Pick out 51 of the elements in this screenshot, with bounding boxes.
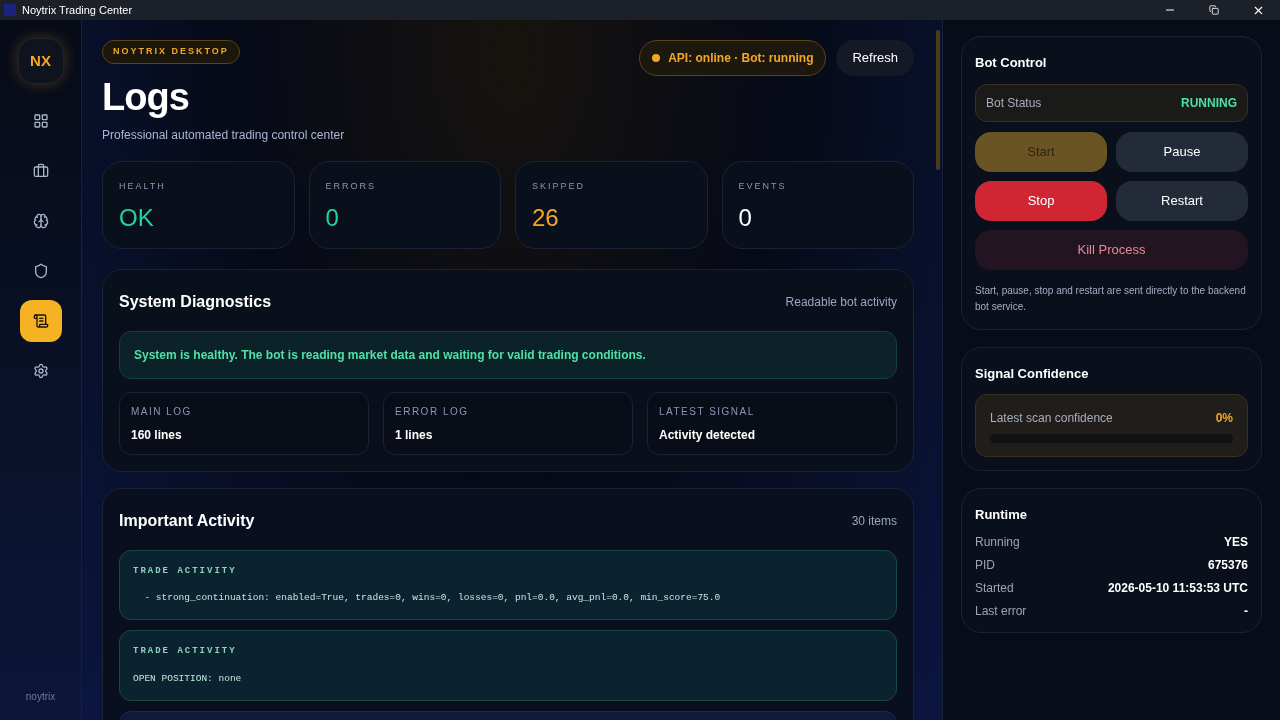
section-title: Important Activity — [119, 510, 255, 531]
stat-label: EVENTS — [738, 179, 788, 193]
tile-value: 1 lines — [395, 426, 434, 444]
entry-text: OPEN POSITION: none — [133, 671, 243, 686]
confidence-value: 0% — [1215, 410, 1233, 427]
tile-label: LATEST SIGNAL — [659, 404, 756, 419]
page-subtitle: Professional automated trading control center — [102, 126, 345, 144]
status-label: Bot Status — [986, 94, 1042, 112]
entry-label: TRADE ACTIVITY — [133, 564, 238, 578]
sidebar-footer: noytrix — [25, 689, 56, 704]
tile-label: ERROR LOG — [395, 404, 470, 419]
stat-label: HEALTH — [119, 179, 167, 193]
runtime-label: Started — [975, 580, 1014, 597]
stat-value: 0 — [325, 203, 340, 233]
section-note: Readable bot activity — [785, 293, 897, 311]
section-title: System Diagnostics — [119, 291, 272, 312]
control-button[interactable]: Restart — [1116, 180, 1248, 221]
logo: NX — [17, 38, 64, 84]
runtime-value: 2026-05-10 11:53:53 UTC — [1107, 580, 1248, 597]
card-title: Bot Control — [975, 54, 1048, 72]
control-button[interactable]: Kill Process — [975, 229, 1248, 270]
stat-label: ERRORS — [325, 179, 377, 193]
app-badge: NOYTRIX DESKTOP — [102, 40, 240, 64]
window-title: Noytrix Trading Center — [22, 2, 133, 18]
bot-status: RUNNING — [1181, 94, 1237, 112]
stat-label: SKIPPED — [532, 179, 586, 193]
status-text: API: online · Bot: running — [668, 50, 814, 67]
runtime-value: YES — [1224, 534, 1248, 551]
health-message: System is healthy. The bot is reading market data and waiting for valid trading conditions. — [119, 330, 897, 379]
runtime-label: Running — [975, 534, 1020, 551]
tile-value: 160 lines — [131, 426, 183, 444]
stat-value: 26 — [532, 203, 560, 233]
refresh-button[interactable]: Refresh — [836, 40, 914, 76]
stat-value: 0 — [738, 203, 753, 233]
card-title: Runtime — [975, 506, 1028, 524]
item-count: 30 items — [851, 512, 897, 530]
control-button[interactable]: Stop — [975, 180, 1107, 221]
runtime-label: Last error — [975, 603, 1027, 620]
control-note: Start, pause, stop and restart are sent directly to the backend bot service. — [975, 283, 1247, 314]
runtime-value: - — [1244, 603, 1248, 620]
tile-value: Activity detected — [659, 426, 757, 444]
card-title: Signal Confidence — [975, 364, 1090, 383]
runtime-label: PID — [975, 557, 995, 574]
stat-value: OK — [119, 203, 155, 233]
control-button[interactable]: Pause — [1116, 131, 1248, 172]
tile-label: MAIN LOG — [131, 404, 193, 419]
entry-text: - strong_continuation: enabled=True, trades=0, wins=0, losses=0, pnl=0.0, avg_pnl=0.0, min_score=75.0 — [143, 591, 722, 605]
runtime-value: 675376 — [1207, 557, 1248, 574]
confidence-label: Latest scan confidence — [990, 410, 1113, 427]
entry-label: TRADE ACTIVITY — [133, 645, 238, 659]
page-title: Logs — [102, 77, 190, 116]
